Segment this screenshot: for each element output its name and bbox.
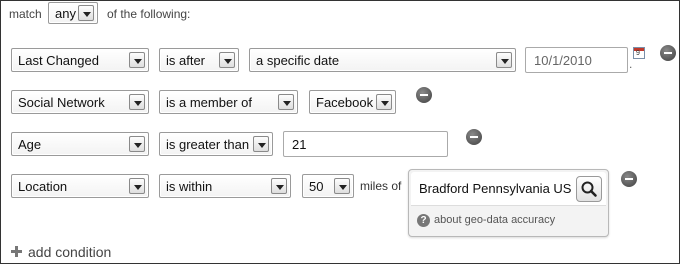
condition-operator-value: is after	[166, 53, 206, 68]
condition-operator-value: is a member of	[166, 95, 252, 110]
chevron-down-icon	[78, 5, 94, 21]
condition-operator-value: is within	[166, 179, 213, 194]
date-mode-value: a specific date	[256, 53, 340, 68]
chevron-down-icon	[376, 94, 392, 110]
location-input-value: Bradford Pennsylvania US	[419, 181, 572, 196]
chevron-down-icon	[129, 52, 145, 68]
age-input-value: 21	[292, 137, 307, 152]
condition-field-value: Age	[18, 137, 42, 152]
help-icon[interactable]: ?	[417, 214, 430, 227]
condition-operator-select[interactable]: is greater than	[159, 132, 273, 156]
plus-icon	[11, 246, 22, 257]
condition-field-value: Location	[18, 179, 68, 194]
condition-field-select[interactable]: Social Network	[11, 90, 149, 114]
chevron-down-icon	[334, 178, 350, 194]
chevron-down-icon	[129, 178, 145, 194]
network-value: Facebook	[316, 95, 374, 110]
remove-condition-button[interactable]	[621, 171, 637, 187]
match-mode-value: any	[55, 6, 76, 21]
location-panel: Bradford Pennsylvania US ? about geo-dat…	[408, 169, 609, 237]
condition-operator-value: is greater than	[166, 137, 250, 152]
location-input[interactable]: Bradford Pennsylvania US	[411, 172, 606, 206]
geo-accuracy-link[interactable]: about geo-data accuracy	[434, 214, 555, 226]
condition-field-select[interactable]: Age	[11, 132, 149, 156]
condition-field-value: Social Network	[18, 95, 105, 110]
calendar-icon[interactable]: 9	[633, 47, 645, 59]
match-mode-select[interactable]: any	[48, 2, 98, 24]
distance-select[interactable]: 50	[302, 174, 354, 198]
date-input[interactable]: 10/1/2010	[525, 47, 628, 73]
distance-value: 50	[309, 179, 324, 194]
chevron-down-icon	[219, 52, 235, 68]
date-input-value: 10/1/2010	[534, 53, 592, 68]
condition-operator-select[interactable]: is a member of	[159, 90, 298, 114]
chevron-down-icon	[271, 178, 287, 194]
condition-field-select[interactable]: Last Changed	[11, 48, 149, 72]
chevron-down-icon	[129, 136, 145, 152]
condition-operator-select[interactable]: is after	[159, 48, 239, 72]
add-condition-label: add condition	[28, 244, 112, 260]
network-select[interactable]: Facebook	[309, 90, 396, 114]
match-label: match	[9, 7, 42, 21]
remove-condition-button[interactable]	[466, 129, 482, 145]
condition-field-select[interactable]: Location	[11, 174, 149, 198]
chevron-down-icon	[278, 94, 294, 110]
chevron-down-icon	[253, 136, 269, 152]
miles-of-label: miles of	[360, 179, 402, 193]
dot-separator: .	[629, 57, 633, 71]
chevron-down-icon	[496, 52, 512, 68]
search-icon	[581, 181, 597, 197]
remove-condition-button[interactable]	[416, 87, 432, 103]
condition-operator-select[interactable]: is within	[159, 174, 291, 198]
condition-field-value: Last Changed	[18, 53, 99, 68]
chevron-down-icon	[129, 94, 145, 110]
remove-condition-button[interactable]	[660, 45, 676, 61]
age-input[interactable]: 21	[283, 131, 448, 157]
of-following-label: of the following:	[107, 7, 191, 21]
calendar-day: 9	[636, 50, 640, 57]
location-search-button[interactable]	[576, 176, 602, 202]
date-mode-select[interactable]: a specific date	[249, 48, 516, 72]
condition-builder-panel: match any of the following: Last Changed…	[0, 0, 680, 264]
